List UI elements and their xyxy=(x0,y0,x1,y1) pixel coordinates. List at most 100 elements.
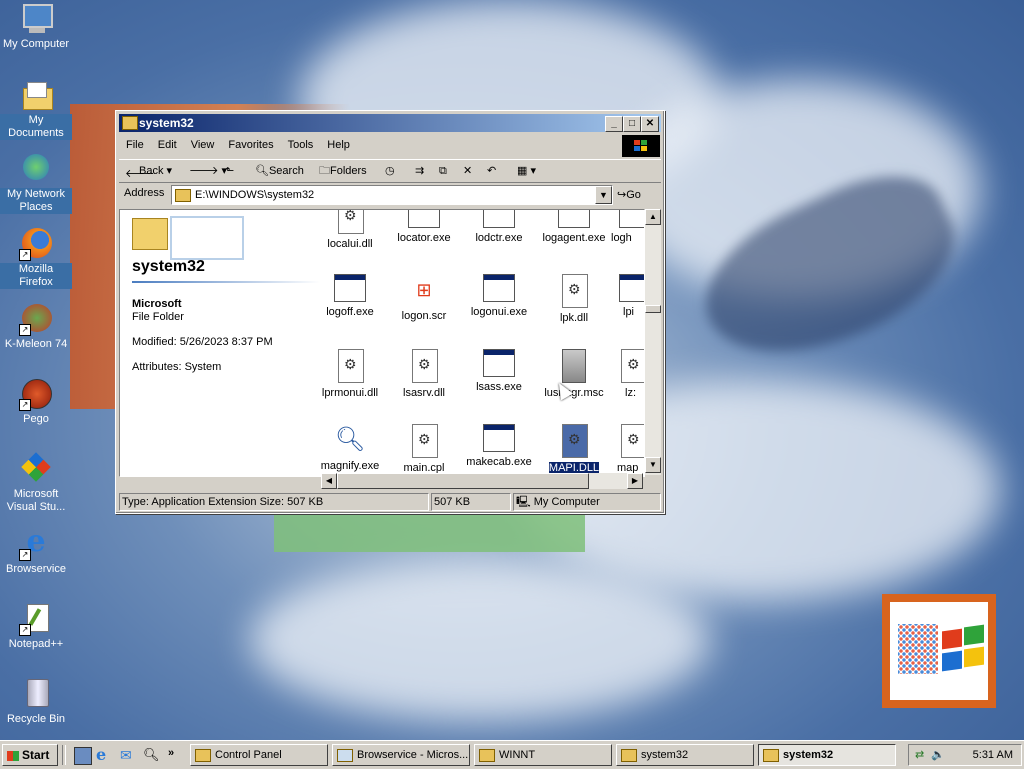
file-item[interactable]: lprmonui.dll xyxy=(312,349,388,399)
menu-tools[interactable]: Tools xyxy=(281,135,321,155)
network-tray-icon[interactable]: ⇄ xyxy=(915,745,924,765)
folders-icon: 🗀 xyxy=(319,165,330,177)
file-item[interactable]: map xyxy=(611,424,644,474)
horizontal-scrollbar[interactable]: ◀ ▶ xyxy=(321,473,643,489)
minimize-button[interactable]: _ xyxy=(605,116,623,132)
search-button[interactable]: 🔍︎Search xyxy=(255,163,304,179)
folders-button[interactable]: 🗀Folders xyxy=(319,163,367,179)
desktop-icon-pego[interactable]: ↗ Pego xyxy=(0,377,72,426)
copy-to-button[interactable]: ⧉ xyxy=(439,163,447,179)
exe-file-icon xyxy=(483,349,515,377)
file-item[interactable]: lsass.exe xyxy=(461,349,537,393)
desktop-icon-my-documents[interactable]: My Documents xyxy=(0,78,72,140)
file-item[interactable]: lsasrv.dll xyxy=(386,349,462,399)
file-item[interactable]: logagent.exe xyxy=(536,210,612,244)
file-item[interactable]: localui.dll xyxy=(312,210,388,250)
exe-file-icon xyxy=(408,210,440,228)
file-item[interactable]: logh xyxy=(611,210,644,244)
clock[interactable]: 5:31 AM xyxy=(973,745,1013,765)
up-folder-icon: ⬑ xyxy=(225,165,235,177)
up-folder-button[interactable]: ⬑ xyxy=(225,163,234,179)
menu-view[interactable]: View xyxy=(184,135,222,155)
desktop-icon-firefox[interactable]: ↗ Mozilla Firefox xyxy=(0,227,72,289)
history-icon: ◷ xyxy=(385,165,395,177)
taskbar-button-browservice[interactable]: Browservice - Micros... xyxy=(332,744,470,766)
forward-button[interactable]: 🡒 ▾ xyxy=(189,163,227,179)
desktop-icon-browservice[interactable]: e ↗ Browservice xyxy=(0,527,72,576)
outlook-express-icon[interactable]: ✉ xyxy=(120,747,136,763)
taskbar-button-system32-active[interactable]: system32 xyxy=(758,744,896,766)
file-item[interactable]: ⊞ logon.scr xyxy=(386,274,462,322)
desktop-icon-my-computer[interactable]: My Computer xyxy=(0,2,72,51)
file-item[interactable]: logonui.exe xyxy=(461,274,537,318)
back-button[interactable]: 🡐Back ▾ xyxy=(125,163,172,180)
file-name: logonui.exe xyxy=(470,306,528,318)
file-item[interactable]: lpk.dll xyxy=(536,274,612,324)
file-name: lprmonui.dll xyxy=(321,387,379,399)
menu-edit[interactable]: Edit xyxy=(151,135,184,155)
file-name: lsass.exe xyxy=(476,381,522,393)
flag-dots xyxy=(898,624,938,674)
file-item[interactable]: locator.exe xyxy=(386,210,462,244)
visual-studio-icon xyxy=(19,452,53,486)
views-button[interactable]: ▦ ▾ xyxy=(517,163,536,179)
menu-file[interactable]: File xyxy=(119,135,151,155)
vertical-scrollbar[interactable]: ▲ ▼ xyxy=(645,209,661,475)
taskbar-button-control-panel[interactable]: Control Panel xyxy=(190,744,328,766)
scroll-thumb[interactable] xyxy=(337,473,589,489)
window-titlebar[interactable]: system32 _ □ ✕ xyxy=(119,114,661,132)
dll-file-icon xyxy=(412,349,438,383)
file-item[interactable]: lpi xyxy=(611,274,644,318)
desktop-icon-recycle-bin[interactable]: Recycle Bin xyxy=(0,677,72,726)
go-button[interactable]: ↪Go xyxy=(617,187,641,203)
file-name: logh xyxy=(611,232,632,244)
pane-modified: Modified: 5/26/2023 8:37 PM xyxy=(132,336,273,348)
file-item-selected[interactable]: MAPI.DLL xyxy=(536,424,612,475)
delete-button[interactable]: ✕ xyxy=(463,163,472,179)
desktop-icon-label: Pego xyxy=(23,413,49,425)
history-button[interactable]: ◷ xyxy=(385,163,395,179)
taskbar: Start e ✉ 🔍︎ » Control Panel Browservice… xyxy=(0,740,1024,769)
kmeleon-icon: ↗ xyxy=(19,302,53,336)
file-item[interactable]: makecab.exe xyxy=(461,424,537,468)
folders-label: Folders xyxy=(330,165,367,177)
file-item[interactable]: lodctr.exe xyxy=(461,210,537,244)
maximize-button[interactable]: □ xyxy=(623,116,641,132)
desktop-icon-notepadpp[interactable]: ↗ Notepad++ xyxy=(0,602,72,651)
move-to-button[interactable]: ⇉ xyxy=(415,163,424,179)
scroll-thumb[interactable] xyxy=(645,305,661,313)
recycle-bin-icon xyxy=(19,677,53,711)
desktop-icon-label: Mozilla Firefox xyxy=(0,263,72,289)
file-item[interactable]: lusrmgr.msc xyxy=(536,349,612,399)
desktop-icon-network-places[interactable]: My Network Places xyxy=(0,152,72,214)
scroll-up-button[interactable]: ▲ xyxy=(645,209,661,225)
desktop-icon-visual-studio[interactable]: Microsoft Visual Stu... xyxy=(0,452,72,514)
taskbar-button-winnt[interactable]: WINNT xyxy=(474,744,612,766)
show-desktop-icon[interactable] xyxy=(74,747,92,765)
taskbar-button-system32[interactable]: system32 xyxy=(616,744,754,766)
windows-flag-icon xyxy=(7,750,19,761)
file-item[interactable]: main.cpl xyxy=(386,424,462,474)
menu-help[interactable]: Help xyxy=(320,135,357,155)
quicklaunch-overflow-icon[interactable]: » xyxy=(168,747,184,763)
start-button[interactable]: Start xyxy=(2,744,58,766)
file-item[interactable]: 🔍︎ magnify.exe xyxy=(312,424,388,472)
file-name: lpk.dll xyxy=(559,312,589,324)
undo-button[interactable]: ↶ xyxy=(487,163,496,179)
address-dropdown-button[interactable]: ▼ xyxy=(595,186,612,204)
volume-tray-icon[interactable]: 🔈 xyxy=(931,745,945,765)
scroll-right-button[interactable]: ▶ xyxy=(627,473,643,489)
scroll-down-button[interactable]: ▼ xyxy=(645,457,661,473)
file-item[interactable]: logoff.exe xyxy=(312,274,388,318)
file-name: lpi xyxy=(623,306,635,318)
menu-favorites[interactable]: Favorites xyxy=(221,135,280,155)
address-input[interactable]: E:\WINDOWS\system32 ▼ xyxy=(171,185,613,205)
desktop-icon-label: K-Meleon 74 xyxy=(4,338,68,350)
file-item[interactable]: lz: xyxy=(611,349,644,399)
close-button[interactable]: ✕ xyxy=(641,116,659,132)
search-quicklaunch-icon[interactable]: 🔍︎ xyxy=(143,747,160,763)
system-tray: ⇄ 🔈 5:31 AM xyxy=(908,744,1022,766)
ie-quicklaunch-icon[interactable]: e xyxy=(96,747,112,763)
desktop-icon-kmeleon[interactable]: ↗ K-Meleon 74 xyxy=(0,302,72,351)
scroll-left-button[interactable]: ◀ xyxy=(321,473,337,489)
